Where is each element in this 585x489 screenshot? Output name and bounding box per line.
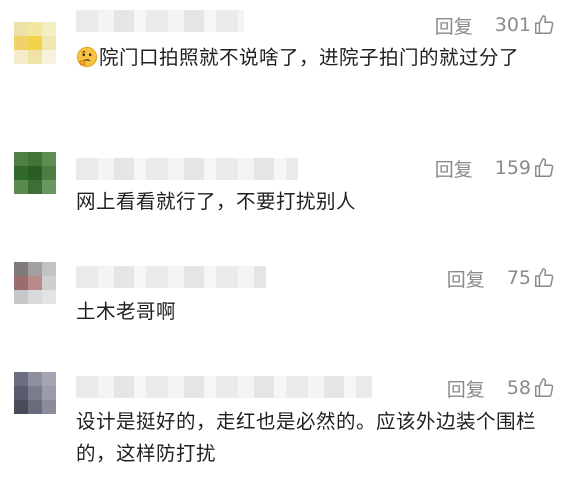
thumbs-up-icon[interactable] — [533, 157, 555, 179]
comment-text-content: 院门口拍照就不说啥了，进院子拍门的就过分了 — [99, 46, 520, 69]
avatar-mosaic-cell — [14, 372, 28, 386]
avatar-mosaic-cell — [42, 22, 56, 36]
comment-actions: 回复 301 — [435, 12, 555, 38]
avatar-mosaic-cell — [42, 276, 56, 290]
avatar-mosaic-cell — [14, 180, 28, 194]
avatar-mosaic-cell — [14, 166, 28, 180]
avatar-mosaic-cell — [42, 372, 56, 386]
avatar-mosaic-cell — [14, 152, 28, 166]
reply-button[interactable]: 回复 — [447, 265, 485, 292]
avatar-mosaic-cell — [14, 276, 28, 290]
avatar-mosaic-cell — [42, 36, 56, 50]
reply-button[interactable]: 回复 — [435, 155, 473, 182]
avatar-mosaic-cell — [14, 22, 28, 36]
like-count: 75 — [506, 267, 531, 289]
thinking-face-emoji — [76, 46, 98, 68]
like-count: 58 — [506, 377, 531, 399]
avatar-mosaic-cell — [28, 152, 42, 166]
comment-text-content: 网上看看就行了，不要打扰别人 — [76, 190, 357, 213]
avatar-mosaic-cell — [28, 290, 42, 304]
avatar-mosaic-cell — [42, 166, 56, 180]
avatar[interactable] — [14, 372, 56, 414]
reply-button[interactable]: 回复 — [447, 375, 485, 402]
avatar-mosaic-cell — [28, 180, 42, 194]
avatar-mosaic-cell — [28, 372, 42, 386]
avatar-mosaic-cell — [14, 50, 28, 64]
avatar-mosaic-cell — [42, 386, 56, 400]
avatar-mosaic-cell — [42, 262, 56, 276]
comment-actions: 回复 58 — [447, 375, 555, 401]
thumbs-up-icon[interactable] — [533, 267, 555, 289]
username-blurred[interactable] — [76, 10, 244, 32]
reply-button[interactable]: 回复 — [435, 12, 473, 39]
avatar-mosaic-cell — [28, 276, 42, 290]
thumbs-up-icon[interactable] — [533, 377, 555, 399]
avatar-mosaic-cell — [42, 152, 56, 166]
avatar-mosaic-cell — [28, 386, 42, 400]
avatar-mosaic-cell — [14, 386, 28, 400]
like-count: 159 — [494, 157, 531, 179]
avatar[interactable] — [14, 262, 56, 304]
comment-text: 设计是挺好的，走红也是必然的。应该外边装个围栏的，这样防打扰 — [76, 406, 556, 470]
avatar-mosaic-cell — [28, 22, 42, 36]
username-blurred[interactable] — [76, 376, 372, 398]
avatar-mosaic-cell — [42, 290, 56, 304]
avatar-mosaic-cell — [14, 36, 28, 50]
comment-text-content: 设计是挺好的，走红也是必然的。应该外边装个围栏的，这样防打扰 — [76, 410, 537, 465]
comment-text: 土木老哥啊 — [76, 296, 556, 328]
avatar-mosaic-cell — [14, 262, 28, 276]
avatar-mosaic-cell — [42, 400, 56, 414]
username-blurred[interactable] — [76, 158, 298, 180]
avatar-mosaic-cell — [14, 290, 28, 304]
comment-actions: 回复 159 — [435, 155, 555, 181]
avatar-mosaic-cell — [28, 166, 42, 180]
avatar[interactable] — [14, 22, 56, 64]
avatar[interactable] — [14, 152, 56, 194]
avatar-mosaic-cell — [28, 50, 42, 64]
like-count: 301 — [494, 14, 531, 36]
avatar-mosaic-cell — [28, 36, 42, 50]
avatar-mosaic-cell — [28, 262, 42, 276]
comment-text: 院门口拍照就不说啥了，进院子拍门的就过分了 — [76, 42, 556, 74]
comment-actions: 回复 75 — [447, 265, 555, 291]
avatar-mosaic-cell — [28, 400, 42, 414]
avatar-mosaic-cell — [14, 400, 28, 414]
thumbs-up-icon[interactable] — [533, 14, 555, 36]
comment-text-content: 土木老哥啊 — [76, 300, 177, 323]
avatar-mosaic-cell — [42, 50, 56, 64]
comment-text: 网上看看就行了，不要打扰别人 — [76, 186, 556, 218]
avatar-mosaic-cell — [42, 180, 56, 194]
username-blurred[interactable] — [76, 266, 266, 288]
